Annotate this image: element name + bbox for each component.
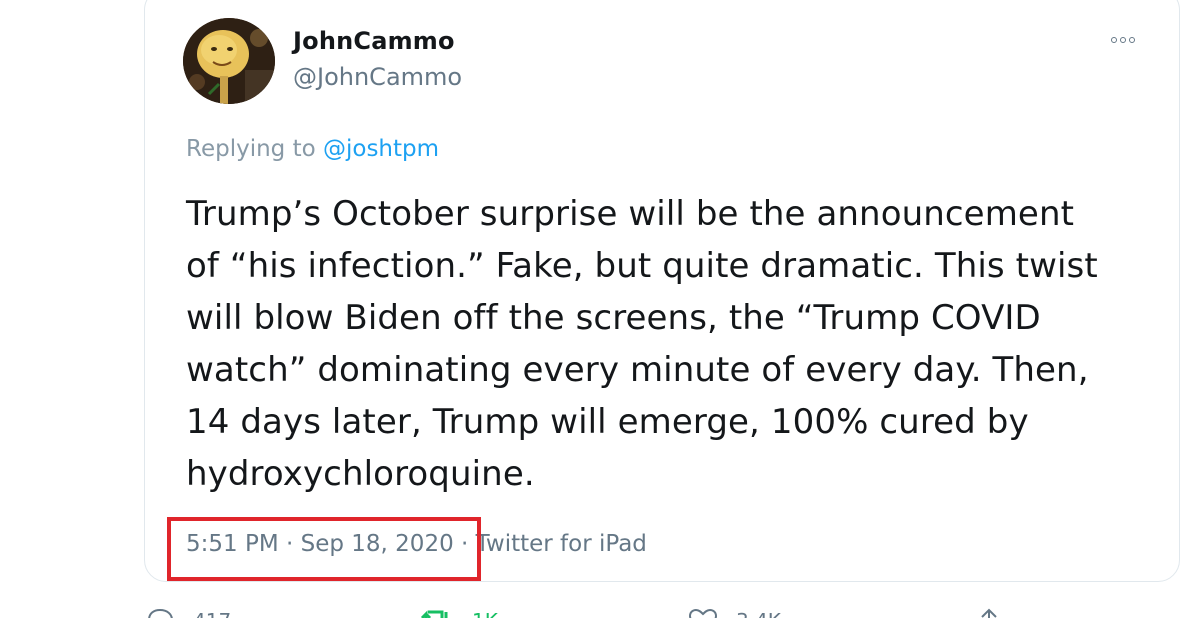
more-dot-icon — [1129, 37, 1135, 43]
share-button[interactable] — [975, 608, 1003, 618]
share-icon — [981, 608, 997, 618]
reply-icon — [148, 608, 173, 618]
replying-to-label: Replying to — [186, 136, 323, 162]
tweet-source-link[interactable]: Twitter for iPad — [476, 531, 647, 557]
retweet-count: 1K — [472, 609, 498, 618]
retweet-button[interactable]: 1K — [418, 608, 498, 618]
avatar-moon-face-icon — [183, 18, 275, 104]
reply-button[interactable]: 417 — [145, 608, 231, 618]
highlight-annotation-box — [167, 517, 481, 581]
tweet-actions-bar: 417 1K 3.4K — [0, 600, 1200, 618]
heart-icon — [688, 608, 718, 618]
display-name[interactable]: JohnCammo — [293, 27, 455, 55]
page: JohnCammo @JohnCammo Replying to @joshtp… — [0, 0, 1200, 618]
user-handle[interactable]: @JohnCammo — [293, 63, 462, 91]
avatar[interactable] — [183, 18, 275, 104]
reply-count: 417 — [193, 609, 231, 618]
tweet-text: Trump’s October surprise will be the ann… — [186, 194, 1098, 494]
replying-to: Replying to @joshtpm — [186, 136, 439, 162]
retweet-icon — [420, 610, 448, 618]
reply-mention-link[interactable]: @joshtpm — [323, 136, 439, 162]
like-count: 3.4K — [736, 609, 781, 618]
more-dot-icon — [1111, 37, 1117, 43]
like-button[interactable]: 3.4K — [688, 608, 781, 618]
more-options-button[interactable] — [1105, 30, 1141, 50]
more-dot-icon — [1120, 37, 1126, 43]
